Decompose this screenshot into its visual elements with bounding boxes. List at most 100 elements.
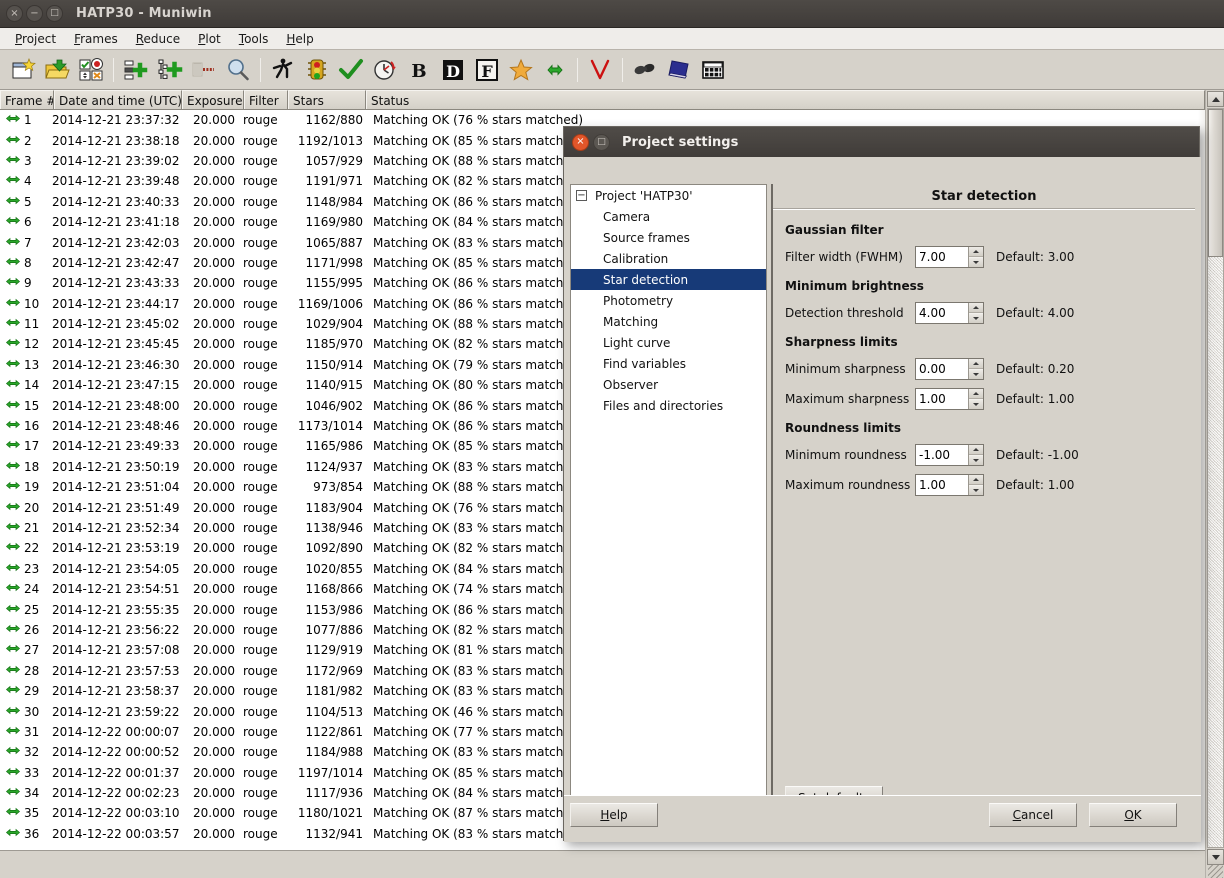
window-maximize-button[interactable]: □: [46, 5, 63, 22]
tree-expander-icon[interactable]: −: [576, 190, 587, 201]
flat-frame-icon[interactable]: F: [470, 53, 504, 87]
tree-item-camera[interactable]: Camera: [571, 206, 766, 227]
cell-datetime: 2014-12-22 00:03:57: [52, 826, 180, 841]
spinner-buttons-minimum-roundness[interactable]: [968, 445, 983, 465]
tree-item-star-detection[interactable]: Star detection: [571, 269, 766, 290]
tree-item-calibration[interactable]: Calibration: [571, 248, 766, 269]
catalog-icon[interactable]: [662, 53, 696, 87]
menu-reduce[interactable]: Reduce: [127, 30, 189, 48]
tree-item-files-and-directories[interactable]: Files and directories: [571, 395, 766, 416]
traffic-light-icon[interactable]: [300, 53, 334, 87]
check-icon[interactable]: [334, 53, 368, 87]
spinner-up-filter-width-fwhm[interactable]: [969, 247, 983, 257]
tree-item-photometry[interactable]: Photometry: [571, 290, 766, 311]
input-maximum-roundness[interactable]: [916, 475, 968, 495]
cell-exposure: 20.000: [193, 561, 235, 576]
column-header-filter[interactable]: Filter: [244, 90, 288, 109]
column-header-stars[interactable]: Stars: [288, 90, 366, 109]
scroll-down-button[interactable]: [1207, 849, 1224, 865]
remove-frames-icon[interactable]: [187, 53, 221, 87]
input-detection-threshold[interactable]: [916, 303, 968, 323]
resize-grip[interactable]: [1208, 865, 1223, 878]
spinner-minimum-sharpness[interactable]: [915, 358, 984, 380]
input-filter-width-fwhm[interactable]: [916, 247, 968, 267]
scrollbar-thumb[interactable]: [1208, 109, 1223, 257]
spinner-maximum-sharpness[interactable]: [915, 388, 984, 410]
light-curve-icon[interactable]: [583, 53, 617, 87]
spinner-up-maximum-sharpness[interactable]: [969, 389, 983, 399]
spinner-buttons-maximum-roundness[interactable]: [968, 475, 983, 495]
spinner-buttons-minimum-sharpness[interactable]: [968, 359, 983, 379]
input-maximum-sharpness[interactable]: [916, 389, 968, 409]
menu-help[interactable]: Help: [277, 30, 322, 48]
spinner-up-detection-threshold[interactable]: [969, 303, 983, 313]
cell-stars: 1197/1014: [297, 765, 363, 780]
menu-project[interactable]: Project: [6, 30, 65, 48]
edit-frames-icon[interactable]: [74, 53, 108, 87]
time-correction-icon[interactable]: [368, 53, 402, 87]
window-close-button[interactable]: ×: [6, 5, 23, 22]
frame-state-icon: [5, 747, 21, 755]
settings-panel: Star detection Gaussian filter Filter wid…: [771, 184, 1195, 825]
spinner-filter-width-fwhm[interactable]: [915, 246, 984, 268]
dark-frame-icon[interactable]: D: [436, 53, 470, 87]
menubar: Project Frames Reduce Plot Tools Help: [0, 28, 1224, 50]
scrollbar-track[interactable]: [1207, 108, 1224, 848]
cell-exposure: 20.000: [193, 153, 235, 168]
input-minimum-roundness[interactable]: [916, 445, 968, 465]
spinner-buttons-detection-threshold[interactable]: [968, 303, 983, 323]
spinner-down-filter-width-fwhm[interactable]: [969, 257, 983, 267]
cell-datetime: 2014-12-21 23:58:37: [52, 684, 180, 699]
spinner-down-minimum-roundness[interactable]: [969, 455, 983, 465]
spinner-maximum-roundness[interactable]: [915, 474, 984, 496]
tree-item-light-curve[interactable]: Light curve: [571, 332, 766, 353]
help-button[interactable]: Help: [570, 803, 658, 827]
dialog-close-button[interactable]: ×: [572, 133, 589, 151]
express-reduction-icon[interactable]: [266, 53, 300, 87]
bias-frame-icon[interactable]: B: [402, 53, 436, 87]
ok-button[interactable]: OK: [1089, 803, 1177, 827]
spinner-down-minimum-sharpness[interactable]: [969, 369, 983, 379]
column-header-date-and-time-utc[interactable]: Date and time (UTC): [54, 90, 182, 109]
vertical-scrollbar[interactable]: [1205, 90, 1224, 878]
input-minimum-sharpness[interactable]: [916, 359, 968, 379]
frame-state-icon: [5, 808, 21, 816]
tree-item-find-variables[interactable]: Find variables: [571, 353, 766, 374]
column-header-status[interactable]: Status: [366, 90, 1205, 109]
match-icon[interactable]: [538, 53, 572, 87]
cancel-button[interactable]: Cancel: [989, 803, 1077, 827]
spinner-minimum-roundness[interactable]: [915, 444, 984, 466]
star-icon[interactable]: [504, 53, 538, 87]
spinner-up-minimum-sharpness[interactable]: [969, 359, 983, 369]
menu-tools[interactable]: Tools: [230, 30, 278, 48]
scroll-up-button[interactable]: [1207, 91, 1224, 107]
spinner-buttons-maximum-sharpness[interactable]: [968, 389, 983, 409]
spinner-down-maximum-sharpness[interactable]: [969, 399, 983, 409]
menu-plot[interactable]: Plot: [189, 30, 230, 48]
tree-item-label: Find variables: [603, 356, 687, 371]
tree-root-project[interactable]: − Project 'HATP30': [571, 185, 766, 206]
add-files-icon[interactable]: [153, 53, 187, 87]
spinner-up-minimum-roundness[interactable]: [969, 445, 983, 455]
new-project-icon[interactable]: [6, 53, 40, 87]
add-frames-icon[interactable]: [119, 53, 153, 87]
spinner-buttons-filter-width-fwhm[interactable]: [968, 247, 983, 267]
spinner-detection-threshold[interactable]: [915, 302, 984, 324]
cell-datetime: 2014-12-21 23:50:19: [52, 459, 180, 474]
open-project-icon[interactable]: [40, 53, 74, 87]
tree-item-observer[interactable]: Observer: [571, 374, 766, 395]
tree-item-matching[interactable]: Matching: [571, 311, 766, 332]
menu-frames[interactable]: Frames: [65, 30, 127, 48]
column-header-frame[interactable]: Frame #: [0, 90, 54, 109]
find-variables-icon[interactable]: [628, 53, 662, 87]
dialog-maximize-button[interactable]: □: [593, 133, 610, 151]
tree-item-source-frames[interactable]: Source frames: [571, 227, 766, 248]
spinner-up-maximum-roundness[interactable]: [969, 475, 983, 485]
table-icon[interactable]: [696, 53, 730, 87]
spinner-down-maximum-roundness[interactable]: [969, 485, 983, 495]
zoom-icon[interactable]: [221, 53, 255, 87]
column-header-exposure[interactable]: Exposure: [182, 90, 244, 109]
spinner-down-detection-threshold[interactable]: [969, 313, 983, 323]
cell-frame-number: 29: [24, 684, 40, 699]
window-minimize-button[interactable]: −: [26, 5, 43, 22]
